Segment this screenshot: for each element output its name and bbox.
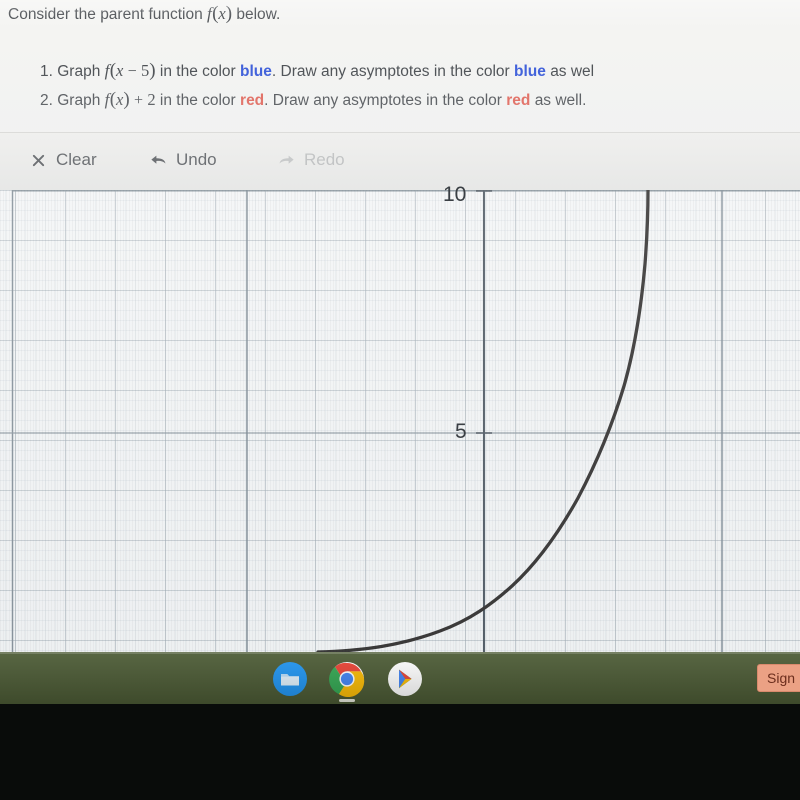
y-tick-label-5: 5: [455, 420, 467, 443]
clear-button[interactable]: Clear: [30, 150, 97, 170]
prompt-item-1-mid-text: in the color: [159, 63, 236, 80]
prompt-item-1-tail: as wel: [550, 63, 595, 80]
undo-button[interactable]: Undo: [150, 150, 217, 170]
undo-arrow-icon: [150, 152, 167, 169]
screen-bezel-area: [0, 704, 800, 800]
prompt-item-1-number: 1.: [40, 63, 53, 80]
prompt-item-2-paren-close: ): [123, 89, 130, 110]
graph-toolbar: Clear Undo Redo: [0, 132, 800, 191]
prompt-item-2-number: 2.: [40, 92, 53, 109]
prompt-intro-line: Consider the parent function f(x) below.: [8, 3, 280, 25]
graph-gridlines: [0, 190, 800, 652]
prompt-item-2-constant: 2: [147, 90, 156, 109]
redo-button-label: Redo: [304, 150, 345, 169]
undo-button-label: Undo: [176, 150, 217, 169]
prompt-item-2-after-color: . Draw any asymptotes in the color: [264, 92, 502, 109]
prompt-item-1: 1. Graph f(x − 5) in the color blue. Dra…: [40, 60, 594, 82]
redo-button[interactable]: Redo: [278, 150, 345, 170]
prompt-item-1-color-word-2: blue: [514, 63, 546, 80]
prompt-item-1-verb: Graph: [57, 63, 101, 80]
close-icon: [30, 152, 47, 169]
prompt-item-1-paren-close: ): [149, 60, 156, 81]
y-tick-label-10: 10: [443, 183, 467, 206]
sign-button-label: Sign: [767, 670, 796, 686]
chrome-active-indicator: [339, 699, 355, 702]
graph-canvas[interactable]: [0, 190, 800, 652]
prompt-intro-paren-close: ): [225, 3, 233, 24]
prompt-item-2-tail: as well.: [534, 92, 587, 109]
chrome-icon[interactable]: [329, 661, 365, 697]
prompt-item-1-operator: −: [127, 63, 137, 80]
prompt-item-2: 2. Graph f(x) + 2 in the color red. Draw…: [40, 89, 586, 111]
prompt-item-2-operator: +: [133, 92, 144, 109]
chromeos-shelf: [0, 652, 800, 704]
clear-button-label: Clear: [56, 150, 97, 169]
sign-button[interactable]: Sign: [757, 664, 800, 692]
redo-arrow-icon: [278, 152, 295, 169]
prompt-item-2-mid-text: in the color: [159, 92, 236, 109]
prompt-item-1-color-word-1: blue: [240, 63, 272, 80]
prompt-intro-variable: x: [218, 4, 226, 23]
prompt-item-2-verb: Graph: [57, 92, 101, 109]
prompt-item-1-after-color: . Draw any asymptotes in the color: [271, 63, 510, 80]
graph-plot[interactable]: [0, 190, 800, 652]
prompt-item-1-constant: 5: [141, 61, 150, 80]
prompt-item-2-color-word-1: red: [240, 92, 265, 109]
prompt-intro-tail: below.: [236, 6, 281, 23]
prompt-intro-text: Consider the parent function: [8, 6, 203, 23]
prompt-item-1-variable: x: [116, 61, 124, 80]
prompt-item-2-color-word-2: red: [506, 92, 531, 109]
play-store-icon[interactable]: [387, 661, 423, 697]
chromebook-screenshot: Consider the parent function f(x) below.…: [0, 0, 800, 800]
files-icon[interactable]: [272, 661, 308, 697]
question-prompt-panel: Consider the parent function f(x) below.…: [0, 0, 800, 132]
